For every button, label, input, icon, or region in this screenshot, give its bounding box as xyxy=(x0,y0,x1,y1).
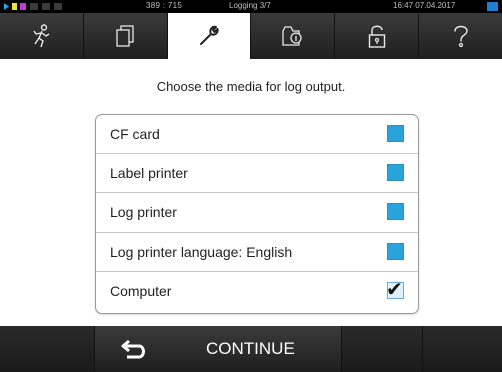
coordinates-readout: 389 : 715 xyxy=(146,1,183,10)
tab-lock[interactable] xyxy=(335,13,420,59)
status-indicator-gray-3 xyxy=(54,3,62,10)
tab-documents[interactable] xyxy=(83,13,168,59)
tab-bar xyxy=(0,13,502,59)
status-indicator-yellow xyxy=(12,3,17,10)
checkbox[interactable] xyxy=(387,203,404,221)
option-log-printer-language[interactable]: Log printer language: English xyxy=(96,233,418,272)
status-bar: 389 : 715 Logging 3/7 16:47 07.04.2017 xyxy=(0,0,502,13)
status-indicator-gray-1 xyxy=(30,3,38,10)
back-arrow-icon xyxy=(121,339,145,359)
media-options-list: CF card Label printer Log printer Log pr… xyxy=(95,114,419,314)
date-time: 16:47 07.04.2017 xyxy=(393,1,456,10)
continue-label: CONTINUE xyxy=(206,339,295,358)
padlock-icon xyxy=(368,25,385,48)
screen-title: Logging 3/7 xyxy=(229,1,271,10)
option-label: Log printer language: English xyxy=(110,243,293,260)
continue-button[interactable]: CONTINUE xyxy=(95,326,342,372)
tab-help[interactable] xyxy=(419,13,502,59)
tab-start[interactable] xyxy=(0,13,84,59)
document-info-icon xyxy=(282,26,302,46)
option-label: Label printer xyxy=(110,165,188,182)
bottom-bar: CONTINUE xyxy=(0,326,502,372)
option-label: Log printer xyxy=(110,204,177,221)
checkbox-checked[interactable]: ✔ xyxy=(386,277,404,301)
question-mark-icon xyxy=(453,25,468,48)
checkmark-icon: ✔ xyxy=(386,276,403,301)
usb-icon xyxy=(487,2,498,11)
option-label: CF card xyxy=(110,126,160,142)
option-label-printer[interactable]: Label printer xyxy=(96,154,418,194)
running-man-icon xyxy=(33,24,50,48)
bottom-slot-empty-right-2 xyxy=(423,326,502,372)
instruction-text: Choose the media for log output. xyxy=(156,79,346,94)
checkbox[interactable] xyxy=(387,125,404,142)
wrench-icon xyxy=(200,25,219,45)
status-indicator-gray-2 xyxy=(42,3,50,10)
option-computer[interactable]: Computer ✔ xyxy=(96,272,418,311)
checkbox[interactable] xyxy=(387,164,404,182)
checkbox[interactable] xyxy=(387,242,404,260)
documents-icon xyxy=(116,25,134,47)
bottom-slot-empty-left xyxy=(0,326,95,372)
play-indicator-icon xyxy=(4,3,9,10)
bottom-slot-empty-right-1 xyxy=(342,326,423,372)
option-cf-card[interactable]: CF card xyxy=(96,115,418,155)
option-log-printer[interactable]: Log printer xyxy=(96,193,418,233)
tab-settings[interactable] xyxy=(167,13,252,59)
status-indicator-purple xyxy=(20,3,26,10)
tab-info[interactable] xyxy=(251,13,336,59)
option-label: Computer xyxy=(110,282,172,299)
